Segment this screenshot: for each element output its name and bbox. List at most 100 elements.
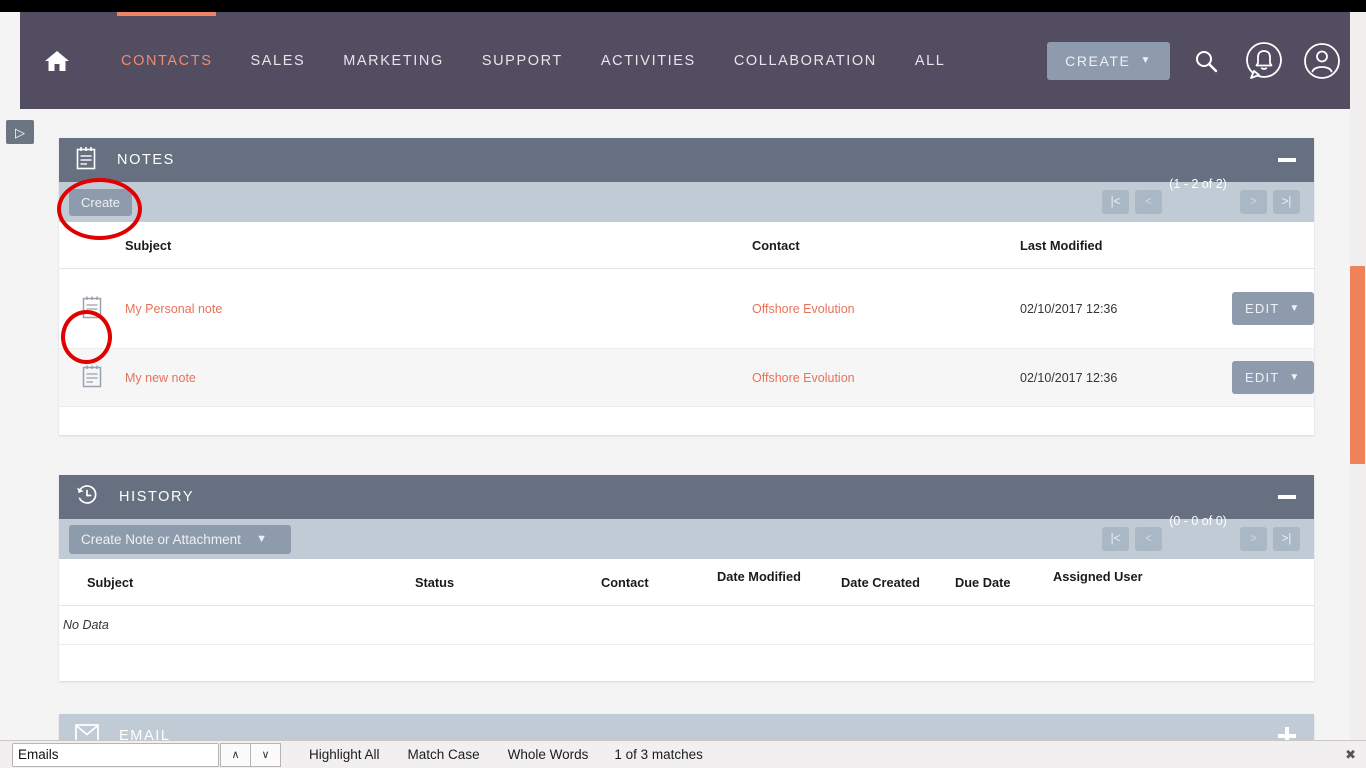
note-contact-cell: Offshore Evolution: [748, 349, 1016, 407]
notes-pager-first[interactable]: |<: [1102, 190, 1129, 214]
window-top-strip: [0, 0, 1366, 12]
notes-pager-next[interactable]: >: [1240, 190, 1267, 214]
history-pager-last[interactable]: >|: [1273, 527, 1300, 551]
notes-toolbar: Create (1 - 2 of 2) |< < > >|: [59, 182, 1314, 222]
notes-col-actions: [1228, 222, 1314, 269]
expand-sidebar-glyph: ▷: [15, 126, 25, 139]
page-scrollbar-thumb[interactable]: [1350, 266, 1365, 464]
app-root: CONTACTS SALES MARKETING SUPPORT ACTIVIT…: [0, 0, 1366, 768]
nav-item-label: MARKETING: [343, 53, 444, 69]
chevron-down-icon: ▼: [256, 533, 267, 545]
nav-item-label: ALL: [915, 53, 946, 69]
note-subject-cell: My Personal note: [121, 269, 748, 349]
note-document-icon[interactable]: [81, 378, 104, 392]
nav-item-label: SUPPORT: [482, 53, 563, 69]
main-navbar: CONTACTS SALES MARKETING SUPPORT ACTIVIT…: [20, 12, 1366, 109]
find-next-icon[interactable]: ∨: [250, 743, 281, 767]
note-subject-link[interactable]: My new note: [125, 371, 196, 385]
history-panel: HISTORY Create Note or Attachment ▼ (0 -…: [59, 475, 1314, 681]
chevron-down-icon: ▼: [1141, 55, 1153, 66]
notes-panel-title: NOTES: [117, 152, 175, 168]
notes-col-icon: [59, 222, 121, 269]
history-collapse-icon[interactable]: [1274, 484, 1300, 510]
history-create-note-label: Create Note or Attachment: [81, 532, 241, 547]
search-icon[interactable]: [1184, 39, 1228, 83]
notes-pager-last[interactable]: >|: [1273, 190, 1300, 214]
nav-item-support[interactable]: SUPPORT: [463, 12, 582, 109]
user-profile-icon[interactable]: [1300, 39, 1344, 83]
nav-item-contacts[interactable]: CONTACTS: [102, 12, 231, 109]
note-contact-cell: Offshore Evolution: [748, 269, 1016, 349]
note-subject-link[interactable]: My Personal note: [125, 302, 222, 316]
note-last-modified-cell: 02/10/2017 12:36: [1016, 349, 1228, 407]
nav-item-all[interactable]: ALL: [896, 12, 965, 109]
notes-pager-prev[interactable]: <: [1135, 190, 1162, 214]
note-edit-label: EDIT: [1245, 301, 1279, 316]
page-scrollbar-track[interactable]: [1350, 12, 1366, 768]
find-nav-group: ∧ ∨: [221, 743, 281, 767]
notes-col-last-modified: Last Modified: [1016, 222, 1228, 269]
nav-item-sales[interactable]: SALES: [231, 12, 324, 109]
history-col-assigned-user: Assigned User: [1049, 559, 1314, 606]
notes-create-button[interactable]: Create: [69, 189, 132, 216]
note-action-cell: EDIT ▼: [1228, 349, 1314, 407]
history-panel-footer: [59, 645, 1314, 681]
nav-item-collaboration[interactable]: COLLABORATION: [715, 12, 896, 109]
find-highlight-all-option[interactable]: Highlight All: [309, 747, 380, 762]
create-button-label: CREATE: [1065, 53, 1130, 69]
notes-icon: [75, 146, 97, 175]
note-action-cell: EDIT ▼: [1228, 269, 1314, 349]
note-edit-label: EDIT: [1245, 370, 1279, 385]
notes-table-header-row: Subject Contact Last Modified: [59, 222, 1314, 269]
create-button[interactable]: CREATE ▼: [1047, 42, 1170, 80]
note-edit-button[interactable]: EDIT ▼: [1232, 361, 1314, 394]
note-contact-link[interactable]: Offshore Evolution: [752, 302, 855, 316]
history-pager-next[interactable]: >: [1240, 527, 1267, 551]
notes-col-subject: Subject: [121, 222, 748, 269]
note-row-icon-cell: [59, 269, 121, 349]
find-match-case-option[interactable]: Match Case: [408, 747, 480, 762]
nav-item-label: SALES: [250, 53, 305, 69]
notes-panel-header: NOTES: [59, 138, 1314, 182]
note-row-icon-cell: [59, 349, 121, 407]
find-previous-icon[interactable]: ∧: [220, 743, 251, 767]
chevron-down-icon: ▼: [1289, 372, 1300, 383]
history-toolbar: Create Note or Attachment ▼ (0 - 0 of 0)…: [59, 519, 1314, 559]
notes-pager-count: (1 - 2 of 2): [1169, 177, 1227, 191]
history-col-status: Status: [411, 559, 597, 606]
note-document-icon[interactable]: [81, 309, 104, 323]
history-no-data-text: No Data: [59, 606, 1314, 645]
note-edit-button[interactable]: EDIT ▼: [1232, 292, 1314, 325]
table-row: My Personal note Offshore Evolution 02/1…: [59, 269, 1314, 349]
history-panel-title: HISTORY: [119, 489, 194, 505]
history-pager-prev[interactable]: <: [1135, 527, 1162, 551]
chevron-down-icon: ▼: [1289, 303, 1300, 314]
history-pager-first[interactable]: |<: [1102, 527, 1129, 551]
notification-bell-icon[interactable]: [1242, 39, 1286, 83]
close-icon[interactable]: ✖: [1345, 747, 1356, 763]
nav-item-marketing[interactable]: MARKETING: [324, 12, 463, 109]
nav-item-activities[interactable]: ACTIVITIES: [582, 12, 715, 109]
history-pager-count: (0 - 0 of 0): [1169, 514, 1227, 528]
notes-collapse-icon[interactable]: [1274, 147, 1300, 173]
history-clock-icon: [75, 483, 99, 512]
table-row: My new note Offshore Evolution 02/10/201…: [59, 349, 1314, 407]
expand-sidebar-icon[interactable]: ▷: [6, 120, 34, 144]
notes-col-contact: Contact: [748, 222, 1016, 269]
notes-table: Subject Contact Last Modified: [59, 222, 1314, 407]
nav-item-label: COLLABORATION: [734, 53, 877, 69]
history-table: Subject Status Contact Date Modified Dat…: [59, 559, 1314, 645]
history-table-header-row: Subject Status Contact Date Modified Dat…: [59, 559, 1314, 606]
find-input[interactable]: [12, 743, 219, 767]
history-col-subject: Subject: [59, 559, 411, 606]
browser-find-bar: ∧ ∨ Highlight All Match Case Whole Words…: [0, 740, 1366, 768]
home-icon[interactable]: [40, 44, 74, 78]
note-contact-link[interactable]: Offshore Evolution: [752, 371, 855, 385]
notes-pager: (1 - 2 of 2) |< < > >|: [1096, 190, 1300, 214]
find-whole-words-option[interactable]: Whole Words: [508, 747, 589, 762]
history-create-note-button[interactable]: Create Note or Attachment ▼: [69, 525, 291, 554]
notes-panel-footer: [59, 407, 1314, 435]
note-subject-cell: My new note: [121, 349, 748, 407]
history-empty-row: No Data: [59, 606, 1314, 645]
history-col-date-created: Date Created: [837, 559, 951, 606]
